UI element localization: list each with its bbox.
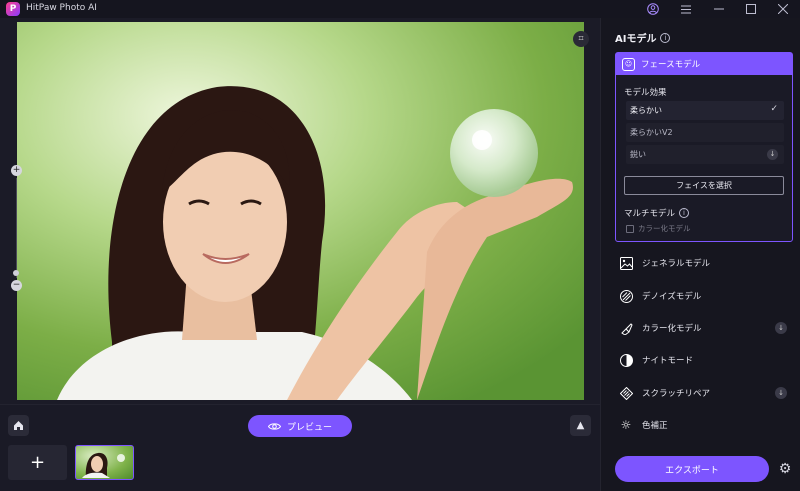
- ai-model-panel: AIモデル i ☺ フェースモデル モデル効果 柔らかい ✓ 柔らかいV2 鋭い…: [600, 18, 800, 491]
- model-item-colorize[interactable]: カラー化モデル ↓: [615, 316, 795, 340]
- colorize-brush-icon: [619, 321, 633, 335]
- model-item-label: ナイトモード: [642, 356, 694, 366]
- model-effect-label: モデル効果: [624, 88, 667, 98]
- face-model-label: フェースモデル: [641, 60, 701, 70]
- collapse-button[interactable]: ▲: [570, 415, 591, 436]
- panel-title-text: AIモデル: [615, 34, 657, 45]
- zoom-in-icon[interactable]: +: [11, 165, 22, 176]
- scratch-repair-icon: [619, 386, 633, 400]
- crop-icon[interactable]: ⌗: [573, 31, 589, 47]
- export-button[interactable]: エクスポート: [615, 456, 769, 482]
- face-model-card: ☺ フェースモデル モデル効果 柔らかい ✓ 柔らかいV2 鋭い ↓ フェイスを…: [615, 52, 793, 242]
- add-image-button[interactable]: +: [8, 445, 67, 480]
- multi-model-option-label: カラー化モデル: [638, 224, 691, 233]
- gear-icon[interactable]: ⚙: [776, 460, 794, 478]
- model-item-label: スクラッチリペア: [642, 389, 711, 399]
- effect-option-label: 鋭い: [630, 150, 646, 159]
- photo-preview[interactable]: [17, 22, 584, 400]
- download-icon[interactable]: ↓: [775, 322, 787, 334]
- minimize-icon[interactable]: [711, 1, 727, 17]
- info-icon[interactable]: i: [679, 208, 690, 218]
- user-circle-icon[interactable]: [645, 1, 661, 17]
- multi-model-label: マルチモデル i: [624, 207, 690, 219]
- home-button[interactable]: [8, 415, 29, 436]
- face-model-header[interactable]: ☺ フェースモデル: [616, 53, 792, 75]
- effect-option-label: 柔らかいV2: [630, 128, 673, 137]
- preview-button[interactable]: プレビュー: [248, 415, 352, 437]
- model-item-scratch-repair[interactable]: スクラッチリペア ↓: [615, 381, 795, 405]
- hamburger-menu-icon[interactable]: [678, 1, 694, 17]
- sun-icon: ☼: [620, 418, 632, 432]
- image-thumbnail[interactable]: [75, 445, 134, 480]
- model-item-label: カラー化モデル: [642, 324, 702, 334]
- eye-icon: [267, 422, 281, 430]
- canvas-area: ⌗ + −: [0, 18, 600, 404]
- app-title: HitPaw Photo AI: [26, 3, 97, 13]
- model-item-general[interactable]: ジェネラルモデル: [615, 251, 795, 275]
- model-item-night[interactable]: ナイトモード: [615, 348, 795, 372]
- zoom-slider-track[interactable]: [16, 178, 17, 278]
- info-icon[interactable]: i: [660, 32, 671, 43]
- maximize-icon[interactable]: [743, 1, 759, 17]
- effect-option-soft-v2[interactable]: 柔らかいV2: [626, 123, 784, 142]
- zoom-slider-handle[interactable]: [13, 270, 19, 276]
- download-icon[interactable]: ↓: [767, 149, 778, 160]
- plus-icon: +: [29, 452, 46, 473]
- multi-model-text: マルチモデル: [624, 209, 676, 219]
- check-icon: ✓: [770, 104, 778, 114]
- image-icon: [619, 256, 633, 270]
- close-icon[interactable]: [775, 1, 791, 17]
- face-icon: ☺: [622, 57, 635, 71]
- model-item-color-correction[interactable]: ☼ 色補正: [615, 413, 795, 437]
- select-face-button[interactable]: フェイスを選択: [624, 176, 784, 195]
- model-item-label: ジェネラルモデル: [642, 259, 711, 269]
- bottom-toolbar: プレビュー ▲ +: [0, 404, 600, 491]
- panel-title: AIモデル i: [615, 30, 671, 45]
- model-item-label: 色補正: [642, 421, 668, 431]
- chevron-up-icon: ▲: [576, 420, 585, 431]
- preview-label: プレビュー: [286, 422, 332, 433]
- checkbox-icon[interactable]: [626, 224, 634, 233]
- home-icon: [14, 421, 23, 430]
- title-bar: P HitPaw Photo AI: [0, 0, 800, 18]
- half-circle-icon: [619, 353, 633, 367]
- effect-option-label: 柔らかい: [630, 106, 662, 115]
- multi-model-colorize-option[interactable]: カラー化モデル: [626, 223, 691, 234]
- download-icon[interactable]: ↓: [775, 387, 787, 399]
- model-item-denoise[interactable]: デノイズモデル: [615, 284, 795, 308]
- app-logo-icon: P: [6, 2, 20, 16]
- zoom-out-icon[interactable]: −: [11, 280, 22, 291]
- effect-option-soft[interactable]: 柔らかい ✓: [626, 101, 784, 120]
- denoise-icon: [619, 289, 633, 303]
- model-item-label: デノイズモデル: [642, 292, 702, 302]
- effect-option-sharp[interactable]: 鋭い ↓: [626, 145, 784, 164]
